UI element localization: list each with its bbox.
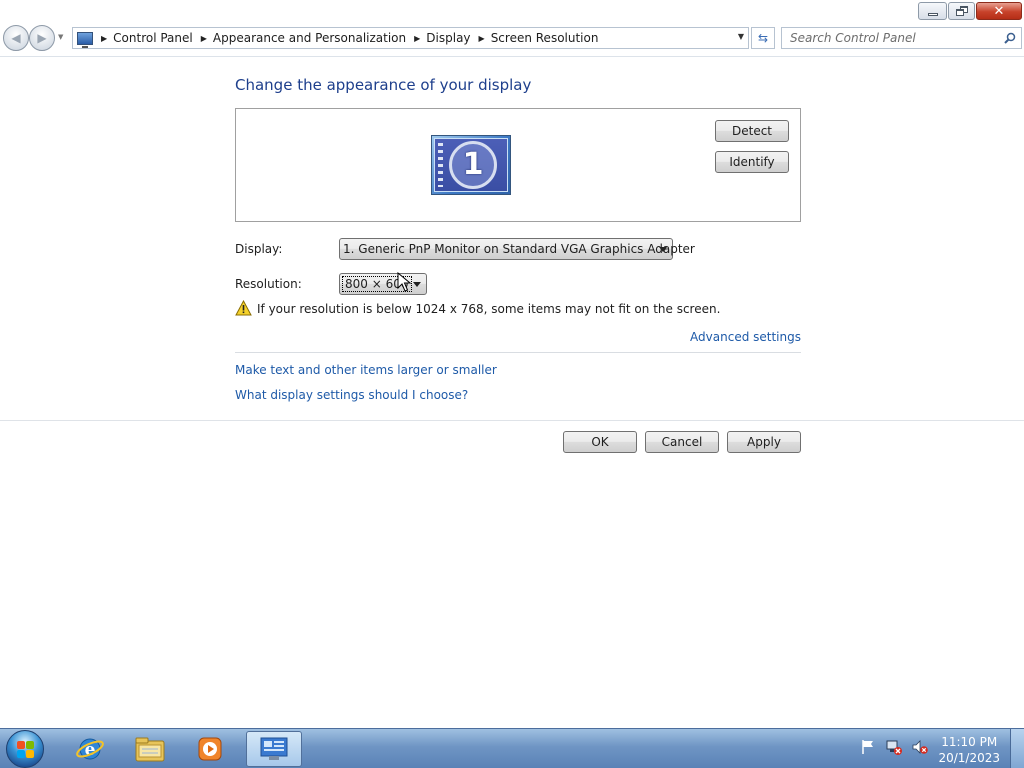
breadcrumb-separator-icon[interactable]: ▶ (479, 34, 485, 43)
windows-explorer-icon (135, 737, 165, 762)
breadcrumb-appearance-personalization[interactable]: Appearance and Personalization (213, 31, 406, 45)
warning-icon (235, 300, 252, 316)
ok-button[interactable]: OK (563, 431, 637, 453)
text-size-link[interactable]: Make text and other items larger or smal… (235, 363, 497, 377)
chevron-down-icon (659, 247, 667, 252)
page-title: Change the appearance of your display (235, 76, 532, 94)
title-bar: ✕ (0, 0, 1024, 24)
refresh-button[interactable]: ⇆ (751, 27, 775, 49)
footer-divider (0, 420, 1024, 421)
recent-pages-chevron-down-icon[interactable]: ▼ (58, 33, 63, 41)
search-input[interactable] (782, 28, 1000, 48)
forward-button[interactable]: ▶ (29, 25, 55, 51)
maximize-button[interactable] (948, 2, 975, 20)
display-label: Display: (235, 242, 283, 256)
taskbar-windows-explorer[interactable] (122, 731, 178, 767)
show-desktop-button[interactable] (1010, 729, 1024, 768)
minimize-button[interactable] (918, 2, 947, 20)
breadcrumb-control-panel[interactable]: Control Panel (113, 31, 193, 45)
chevron-down-icon (413, 282, 421, 287)
display-settings-help-link[interactable]: What display settings should I choose? (235, 388, 468, 402)
advanced-settings-link[interactable]: Advanced settings (690, 330, 801, 344)
navigation-divider (0, 56, 1024, 57)
system-clock[interactable]: 11:10 PM 20/1/2023 (938, 734, 1000, 766)
detect-button[interactable]: Detect (715, 120, 789, 142)
apply-button[interactable]: Apply (727, 431, 801, 453)
taskbar-internet-explorer[interactable]: e (62, 731, 118, 767)
display-settings-icon (260, 737, 288, 760)
close-button[interactable]: ✕ (976, 2, 1022, 20)
control-panel-icon (77, 31, 93, 48)
minimize-icon (927, 12, 938, 16)
volume-muted-icon[interactable] (912, 739, 928, 755)
taskbar-media-player[interactable] (182, 731, 238, 767)
display-select-value: 1. Generic PnP Monitor on Standard VGA G… (343, 242, 695, 256)
internet-explorer-icon: e (76, 738, 104, 760)
mouse-pointer-icon (397, 272, 411, 292)
resolution-warning-text: If your resolution is below 1024 x 768, … (257, 302, 721, 316)
taskbar-screen-resolution[interactable] (246, 731, 302, 767)
display-select[interactable]: 1. Generic PnP Monitor on Standard VGA G… (339, 238, 695, 260)
back-button[interactable]: ◀ (3, 25, 29, 51)
restore-icon (955, 6, 968, 16)
notification-area (860, 739, 938, 755)
breadcrumb-screen-resolution[interactable]: Screen Resolution (491, 31, 599, 45)
close-icon: ✕ (993, 3, 1005, 19)
back-arrow-icon: ◀ (11, 31, 21, 45)
cancel-button[interactable]: Cancel (645, 431, 719, 453)
identify-button[interactable]: Identify (715, 151, 789, 173)
taskbar: e 11:10 PM 20/1/2023 (0, 728, 1024, 768)
start-button[interactable] (6, 730, 44, 768)
media-player-icon (198, 737, 222, 761)
monitor-1-tile[interactable]: 1 (431, 135, 511, 195)
monitor-number: 1 (462, 147, 484, 182)
breadcrumb-display[interactable]: Display (426, 31, 470, 45)
search-box[interactable] (781, 27, 1022, 49)
monitor-taskbar-strip (438, 143, 443, 187)
clock-time: 11:10 PM (941, 735, 998, 749)
resolution-select[interactable]: 800 × 600 (339, 273, 427, 295)
action-center-flag-icon[interactable] (860, 739, 876, 755)
breadcrumb-separator-icon[interactable]: ▶ (101, 34, 107, 43)
address-bar[interactable]: ▶ Control Panel ▶ Appearance and Persona… (72, 27, 749, 49)
monitor-number-badge: 1 (449, 141, 497, 189)
network-disconnected-icon[interactable] (886, 739, 902, 755)
content-divider (235, 352, 801, 353)
clock-date: 20/1/2023 (938, 751, 1000, 765)
refresh-icon: ⇆ (757, 31, 769, 45)
monitor-screen: 1 (434, 138, 508, 192)
resolution-label: Resolution: (235, 277, 302, 291)
navigation-bar: ◀ ▶ ▼ ▶ Control Panel ▶ Appearance and P… (0, 24, 1024, 54)
address-dropdown-chevron-down-icon[interactable]: ▼ (738, 32, 744, 41)
forward-arrow-icon: ▶ (37, 31, 47, 45)
caption-buttons: ✕ (917, 2, 1022, 20)
breadcrumb-separator-icon[interactable]: ▶ (201, 34, 207, 43)
monitor-arrangement-panel: 1 Detect Identify (235, 108, 801, 222)
search-icon[interactable] (1004, 32, 1016, 44)
breadcrumb-separator-icon[interactable]: ▶ (414, 34, 420, 43)
